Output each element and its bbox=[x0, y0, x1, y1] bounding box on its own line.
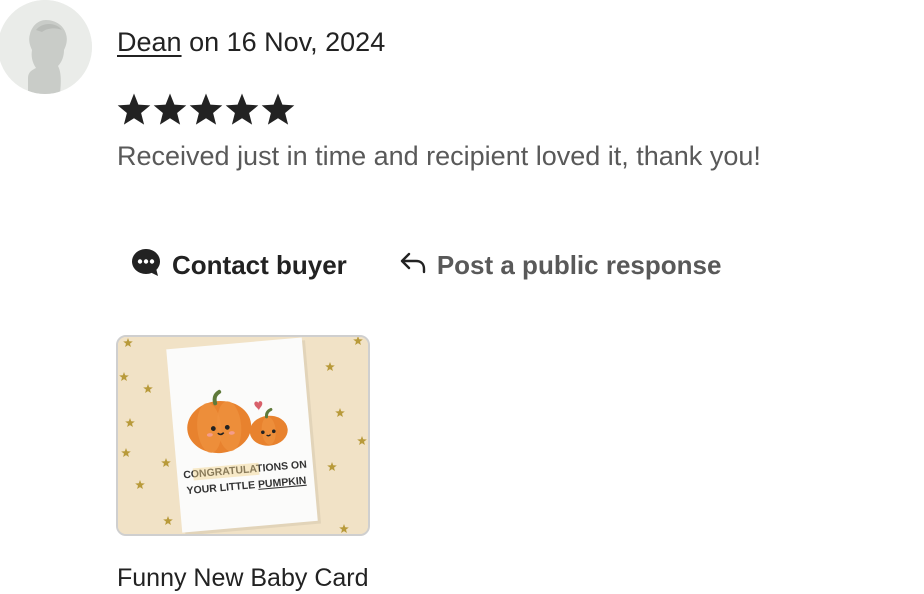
listing-title-link[interactable]: Funny New Baby Card bbox=[117, 561, 369, 594]
star-icon bbox=[153, 93, 187, 125]
user-silhouette-icon bbox=[0, 0, 92, 94]
contact-buyer-label: Contact buyer bbox=[172, 249, 347, 280]
star-icon bbox=[117, 93, 151, 125]
reviewer-line: Dean on 16 Nov, 2024 bbox=[117, 24, 385, 60]
star-icon bbox=[225, 93, 259, 125]
reply-arrow-icon bbox=[399, 248, 427, 283]
post-public-response-button[interactable]: Post a public response bbox=[399, 248, 722, 283]
review-date: on 16 Nov, 2024 bbox=[189, 27, 386, 57]
review-actions: Contact buyer Post a public response bbox=[130, 243, 721, 287]
speech-bubble-icon bbox=[130, 246, 162, 285]
review-text: Received just in time and recipient love… bbox=[117, 141, 761, 171]
post-public-response-label: Post a public response bbox=[436, 249, 722, 280]
review-card: Dean on 16 Nov, 2024 Received just in ti… bbox=[0, 0, 924, 594]
card-image: CONGRATULATIONS ON YOUR LITTLE PUMPKIN bbox=[118, 337, 368, 534]
star-icon bbox=[261, 93, 295, 125]
star-rating bbox=[116, 92, 296, 130]
contact-buyer-button[interactable]: Contact buyer bbox=[130, 246, 347, 285]
reviewer-name-link[interactable]: Dean bbox=[117, 27, 182, 57]
star-icon bbox=[189, 93, 223, 125]
listing-thumbnail[interactable]: CONGRATULATIONS ON YOUR LITTLE PUMPKIN bbox=[116, 335, 370, 536]
avatar[interactable] bbox=[0, 0, 92, 94]
